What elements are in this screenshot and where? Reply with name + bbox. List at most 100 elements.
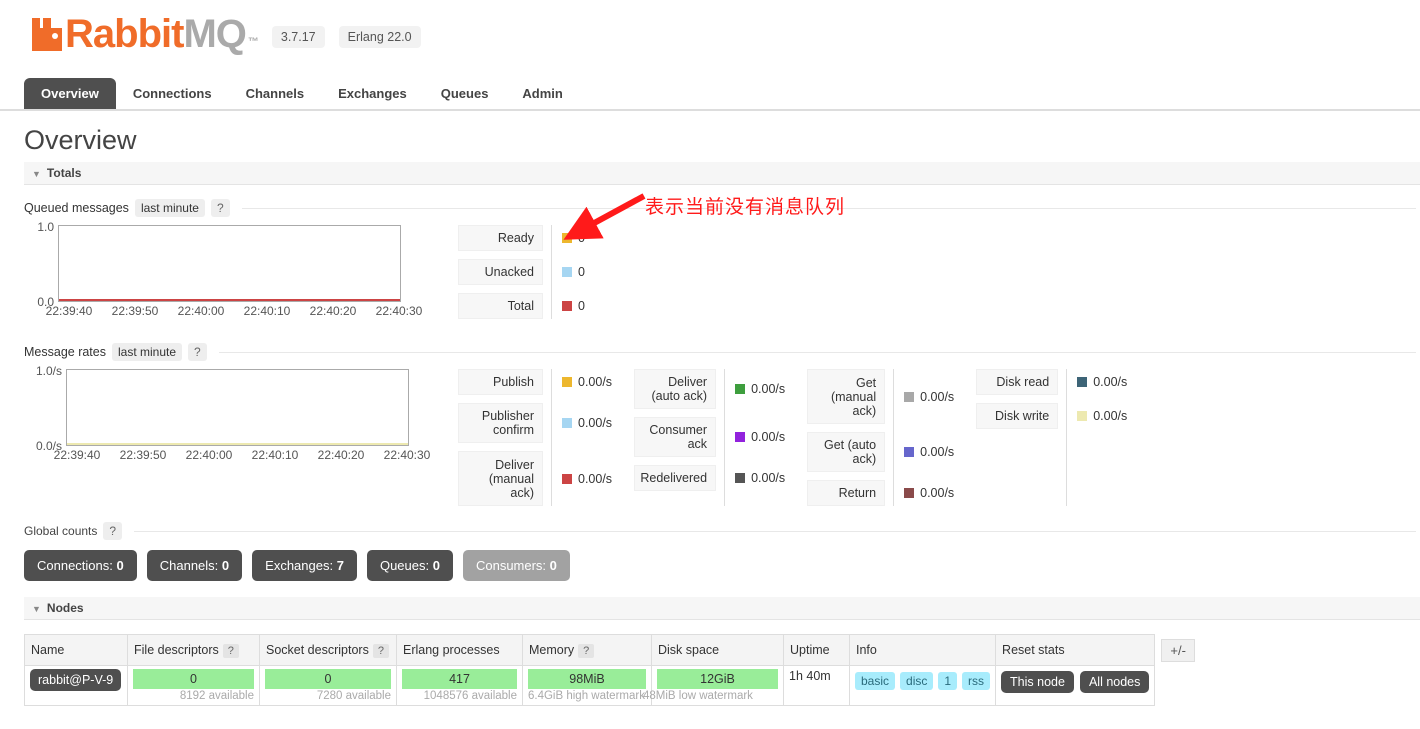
file-descriptors-help-icon[interactable]: ? [222, 644, 239, 658]
totals-section-header[interactable]: ▼ Totals [24, 162, 1420, 185]
legend-name-deliver-manual-ack[interactable]: Deliver (manual ack) [458, 451, 543, 506]
cell-spacer [1155, 666, 1202, 706]
nodes-section-header[interactable]: ▼ Nodes [24, 597, 1420, 620]
legend-name-disk-read[interactable]: Disk read [976, 369, 1059, 395]
label: Consumers: [475, 558, 547, 573]
disk-space-value: 12GiB [657, 669, 778, 689]
legend-value-redelivered: 0.00/s [751, 471, 786, 485]
label: Connections: [37, 558, 113, 573]
reset-stats-buttons: This node All nodes [1001, 671, 1150, 693]
info-badge-rss[interactable]: rss [962, 672, 991, 690]
queued-messages-chart-area: 1.0 0.0 22:39:40 22:39:50 22:40:00 22:40… [24, 220, 1420, 319]
col-uptime[interactable]: Uptime [783, 634, 850, 666]
file-descriptors-value: 0 [133, 669, 254, 689]
legend-name-return[interactable]: Return [807, 480, 886, 506]
legend-name-redelivered[interactable]: Redelivered [634, 465, 717, 491]
col-reset-stats[interactable]: Reset stats [995, 634, 1156, 666]
erlang-processes-value: 417 [402, 669, 517, 689]
nodes-section-label: Nodes [46, 601, 84, 615]
toggle-columns-button[interactable]: +/- [1161, 638, 1195, 662]
x-tick: 22:40:30 [375, 304, 423, 318]
legend-name-ready[interactable]: Ready [458, 225, 543, 251]
col-erlang-processes[interactable]: Erlang processes [396, 634, 523, 666]
global-count-channels[interactable]: Channels: 0 [146, 550, 243, 581]
legend-name-get-auto-ack[interactable]: Get (auto ack) [807, 432, 886, 472]
rates-period-badge[interactable]: last minute [111, 343, 183, 361]
node-name-badge[interactable]: rabbit@P-V-9 [30, 669, 122, 691]
x-tick: 22:40:10 [251, 448, 299, 462]
global-counts-help-icon[interactable]: ? [103, 522, 123, 540]
rates-legend-group-4: Disk read Disk write 0.00/s 0.00/s [976, 369, 1127, 506]
value: 0 [116, 558, 124, 573]
page-title: Overview [24, 125, 137, 155]
legend-name-unacked[interactable]: Unacked [458, 259, 543, 285]
rates-y-axis-max: 1.0/s [35, 364, 62, 378]
col-label: Erlang processes [403, 643, 500, 657]
queued-help-icon[interactable]: ? [210, 199, 230, 217]
legend-name-consumer-ack[interactable]: Consumer ack [634, 417, 717, 457]
logo-text-rabbit: Rabbit [65, 12, 184, 56]
global-counts-buttons: Connections: 0 Channels: 0 Exchanges: 7 … [24, 550, 1420, 581]
info-badge-disc[interactable]: disc [900, 672, 934, 690]
socket-descriptors-help-icon[interactable]: ? [372, 644, 389, 658]
rates-legend-group-1: Publish Publisher confirm Deliver (manua… [458, 369, 612, 506]
value: 0 [432, 558, 440, 573]
legend-swatch-total [562, 301, 572, 311]
reset-all-nodes-button[interactable]: All nodes [1079, 671, 1150, 693]
legend-swatch-disk-write [1077, 411, 1088, 421]
table-row: rabbit@P-V-9 0 8192 available 0 7280 ava… [24, 665, 1202, 706]
message-rates-plot [66, 369, 409, 446]
x-tick: 22:40:30 [383, 448, 431, 462]
global-count-connections[interactable]: Connections: 0 [24, 550, 137, 581]
legend-name-disk-write[interactable]: Disk write [976, 403, 1059, 429]
rates-legend-group-2: Deliver (auto ack) Consumer ack Redelive… [634, 369, 785, 506]
legend-name-deliver-auto-ack[interactable]: Deliver (auto ack) [634, 369, 717, 409]
annotation-arrow-icon [563, 193, 646, 240]
message-rates-plot-wrap: 22:39:40 22:39:50 22:40:00 22:40:10 22:4… [54, 369, 444, 506]
cell-disk-space: 12GiB 48MiB low watermark [643, 665, 784, 706]
global-count-queues[interactable]: Queues: 0 [366, 550, 453, 581]
tab-exchanges[interactable]: Exchanges [321, 78, 424, 110]
tab-queues[interactable]: Queues [424, 78, 506, 110]
logo-text-mq: MQ [183, 12, 246, 56]
info-badge-count[interactable]: 1 [938, 672, 958, 690]
socket-descriptors-sub: 7280 available [316, 690, 391, 702]
legend-swatch-publish [562, 377, 572, 387]
col-info[interactable]: Info [848, 634, 997, 666]
global-count-exchanges[interactable]: Exchanges: 7 [252, 550, 357, 581]
tab-channels[interactable]: Channels [229, 78, 322, 110]
rabbitmq-logo[interactable]: Rabbit MQ ™ [32, 12, 259, 56]
col-disk-space[interactable]: Disk space [651, 634, 784, 666]
col-file-descriptors[interactable]: File descriptors? [127, 634, 260, 666]
queued-period-badge[interactable]: last minute [134, 199, 205, 217]
legend-value-publish: 0.00/s [578, 375, 613, 389]
tab-connections[interactable]: Connections [116, 78, 229, 110]
legend-name-publish[interactable]: Publish [458, 369, 543, 395]
tab-overview[interactable]: Overview [24, 78, 116, 110]
legend-name-publisher-confirm[interactable]: Publisher confirm [458, 403, 543, 443]
disk-space-sub: 48MiB low watermark [643, 690, 753, 702]
rates-legend-group-3: Get (manual ack) Get (auto ack) Return 0… [807, 369, 954, 506]
global-count-consumers[interactable]: Consumers: 0 [462, 550, 570, 581]
col-name[interactable]: Name [24, 634, 128, 666]
col-memory[interactable]: Memory? [522, 634, 652, 666]
tab-admin[interactable]: Admin [505, 78, 579, 110]
legend-name-total[interactable]: Total [458, 293, 543, 319]
reset-this-node-button[interactable]: This node [1001, 671, 1074, 693]
rates-help-icon[interactable]: ? [188, 343, 207, 361]
legend-name-get-manual-ack[interactable]: Get (manual ack) [807, 369, 886, 424]
col-label: File descriptors [134, 643, 219, 657]
col-socket-descriptors[interactable]: Socket descriptors? [259, 634, 397, 666]
col-label: Name [31, 643, 65, 657]
annotation-text: 表示当前没有消息队列 [645, 196, 846, 218]
legend-swatch-deliver-manual-ack [562, 473, 572, 484]
col-label: Info [856, 643, 877, 657]
queued-messages-plot-wrap: 22:39:40 22:39:50 22:40:00 22:40:10 22:4… [46, 225, 436, 319]
info-badge-basic[interactable]: basic [855, 672, 896, 690]
legend-value-disk-write: 0.00/s [1093, 409, 1128, 423]
message-rates-label: Message rates [24, 345, 106, 359]
col-label: Socket descriptors [266, 643, 369, 657]
col-label: Memory [529, 643, 575, 657]
memory-help-icon[interactable]: ? [578, 644, 595, 658]
rates-x-axis: 22:39:40 22:39:50 22:40:00 22:40:10 22:4… [44, 448, 444, 462]
